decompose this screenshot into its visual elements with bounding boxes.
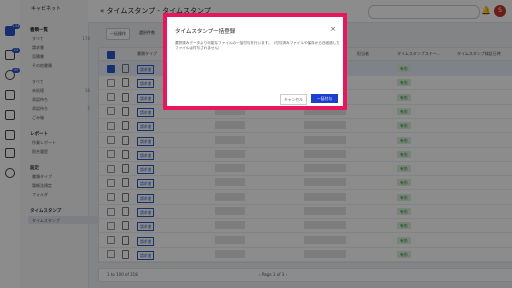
confirm-button[interactable]: 一括付与 xyxy=(311,94,338,103)
modal-title: タイムスタンプ一括登録 xyxy=(175,29,236,35)
modal-body: 選択済みデータより可能なファイルの一括付与を行います。（付与済みファイルや保存か… xyxy=(175,41,340,50)
timestamp-modal: タイムスタンプ一括登録 × 選択済みデータより可能なファイルの一括付与を行います… xyxy=(163,13,347,110)
cancel-button[interactable]: キャンセル xyxy=(280,94,307,105)
close-icon[interactable]: × xyxy=(330,25,336,33)
